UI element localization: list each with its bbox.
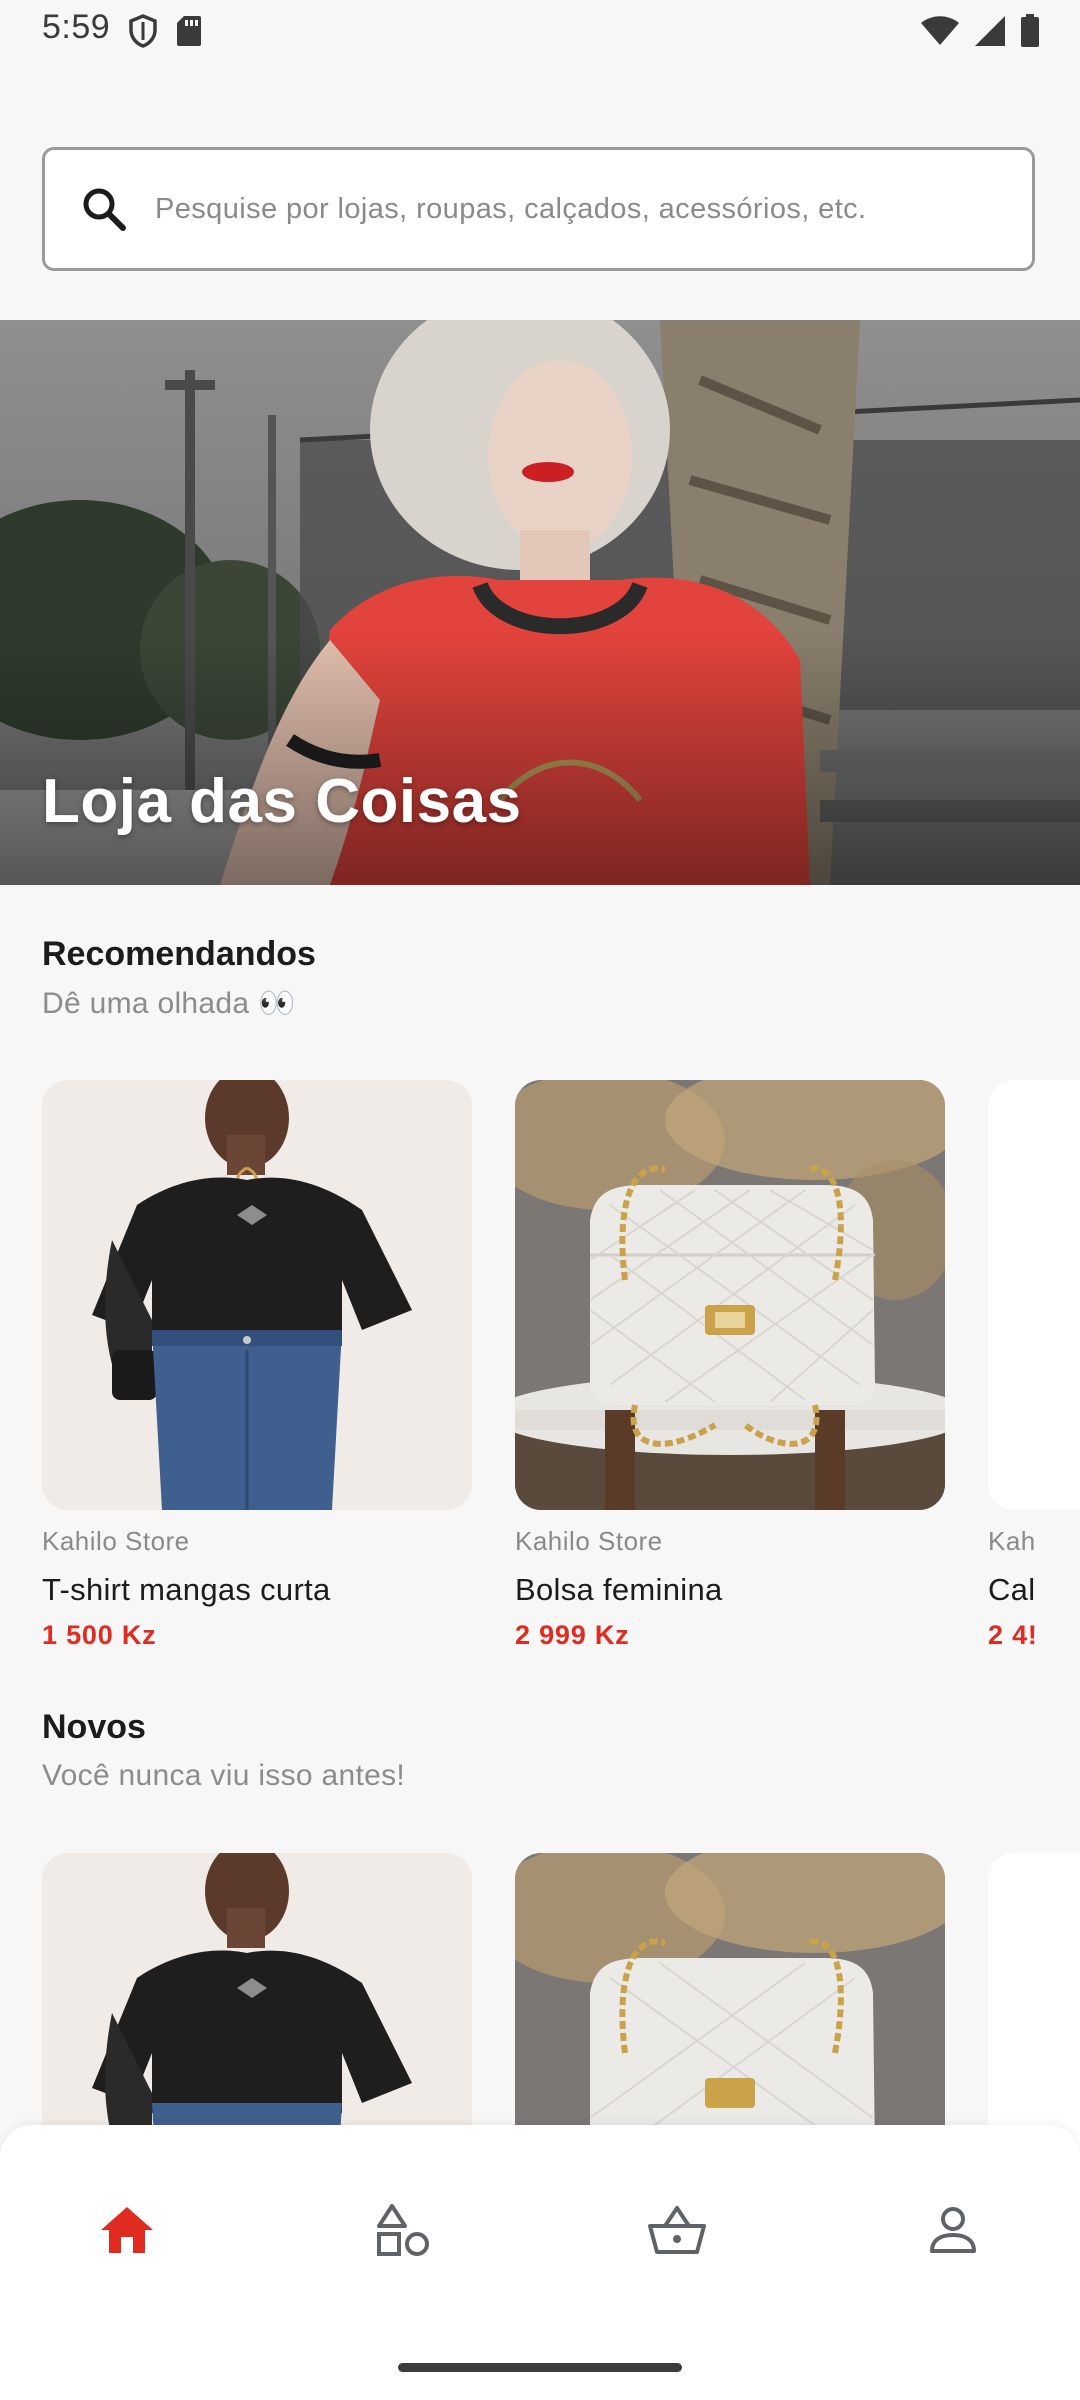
product-image bbox=[515, 1080, 945, 1510]
home-icon bbox=[101, 2207, 153, 2253]
product-card[interactable] bbox=[988, 1853, 1080, 2153]
section-subtitle-recommended: Dê uma olhada 👀 bbox=[42, 987, 296, 1020]
status-time: 5:59 bbox=[42, 8, 111, 46]
nav-categories[interactable] bbox=[373, 2200, 433, 2260]
hero-banner[interactable]: Loja das Coisas bbox=[0, 320, 1080, 885]
shield-icon bbox=[128, 14, 158, 53]
product-card[interactable]: Kahilo Store Bolsa feminina 2 999 Kz bbox=[515, 1080, 945, 1650]
product-row-recommended[interactable]: Kahilo Store T-shirt mangas curta 1 500 … bbox=[42, 1080, 1080, 1680]
product-row-new[interactable] bbox=[42, 1853, 1080, 2153]
section-subtitle-new: Você nunca viu isso antes! bbox=[42, 1759, 406, 1792]
product-image bbox=[988, 1080, 1080, 1510]
wifi-icon bbox=[920, 15, 960, 52]
product-card[interactable] bbox=[42, 1853, 472, 2153]
product-store: Kahilo Store bbox=[42, 1526, 190, 1556]
bottom-nav bbox=[0, 2125, 1080, 2400]
categories-icon bbox=[377, 2204, 429, 2256]
battery-icon bbox=[1020, 14, 1040, 53]
basket-icon bbox=[648, 2206, 706, 2254]
profile-icon bbox=[930, 2207, 976, 2253]
product-price: 1 500 Kz bbox=[42, 1620, 157, 1650]
product-image bbox=[42, 1080, 472, 1510]
product-store: Kahilo Store bbox=[515, 1526, 663, 1556]
section-title-new: Novos bbox=[42, 1708, 146, 1746]
product-price: 2 4! bbox=[988, 1620, 1038, 1650]
section-title-recommended: Recomendandos bbox=[42, 935, 316, 973]
product-store: Kah bbox=[988, 1526, 1036, 1556]
product-price: 2 999 Kz bbox=[515, 1620, 630, 1650]
product-name: T-shirt mangas curta bbox=[42, 1572, 331, 1607]
product-card[interactable]: Kahilo Store T-shirt mangas curta 1 500 … bbox=[42, 1080, 472, 1650]
home-indicator[interactable] bbox=[398, 2363, 682, 2372]
product-name: Bolsa feminina bbox=[515, 1572, 723, 1607]
nav-basket[interactable] bbox=[647, 2200, 707, 2260]
product-card[interactable]: Kah Cal 2 4! bbox=[988, 1080, 1080, 1650]
nav-profile[interactable] bbox=[923, 2200, 983, 2260]
search-icon bbox=[83, 188, 126, 231]
sd-card-icon bbox=[176, 15, 202, 52]
product-card[interactable] bbox=[515, 1853, 945, 2153]
product-image bbox=[42, 1853, 472, 2153]
product-image bbox=[515, 1853, 945, 2153]
search-placeholder: Pesquise por lojas, roupas, calçados, ac… bbox=[155, 192, 867, 225]
nav-home[interactable] bbox=[97, 2200, 157, 2260]
search-input[interactable]: Pesquise por lojas, roupas, calçados, ac… bbox=[42, 147, 1035, 271]
product-name: Cal bbox=[988, 1572, 1036, 1607]
hero-title: Loja das Coisas bbox=[42, 767, 522, 836]
signal-icon bbox=[974, 15, 1006, 52]
status-bar: 5:59 bbox=[0, 0, 1080, 64]
product-image bbox=[988, 1853, 1080, 2153]
